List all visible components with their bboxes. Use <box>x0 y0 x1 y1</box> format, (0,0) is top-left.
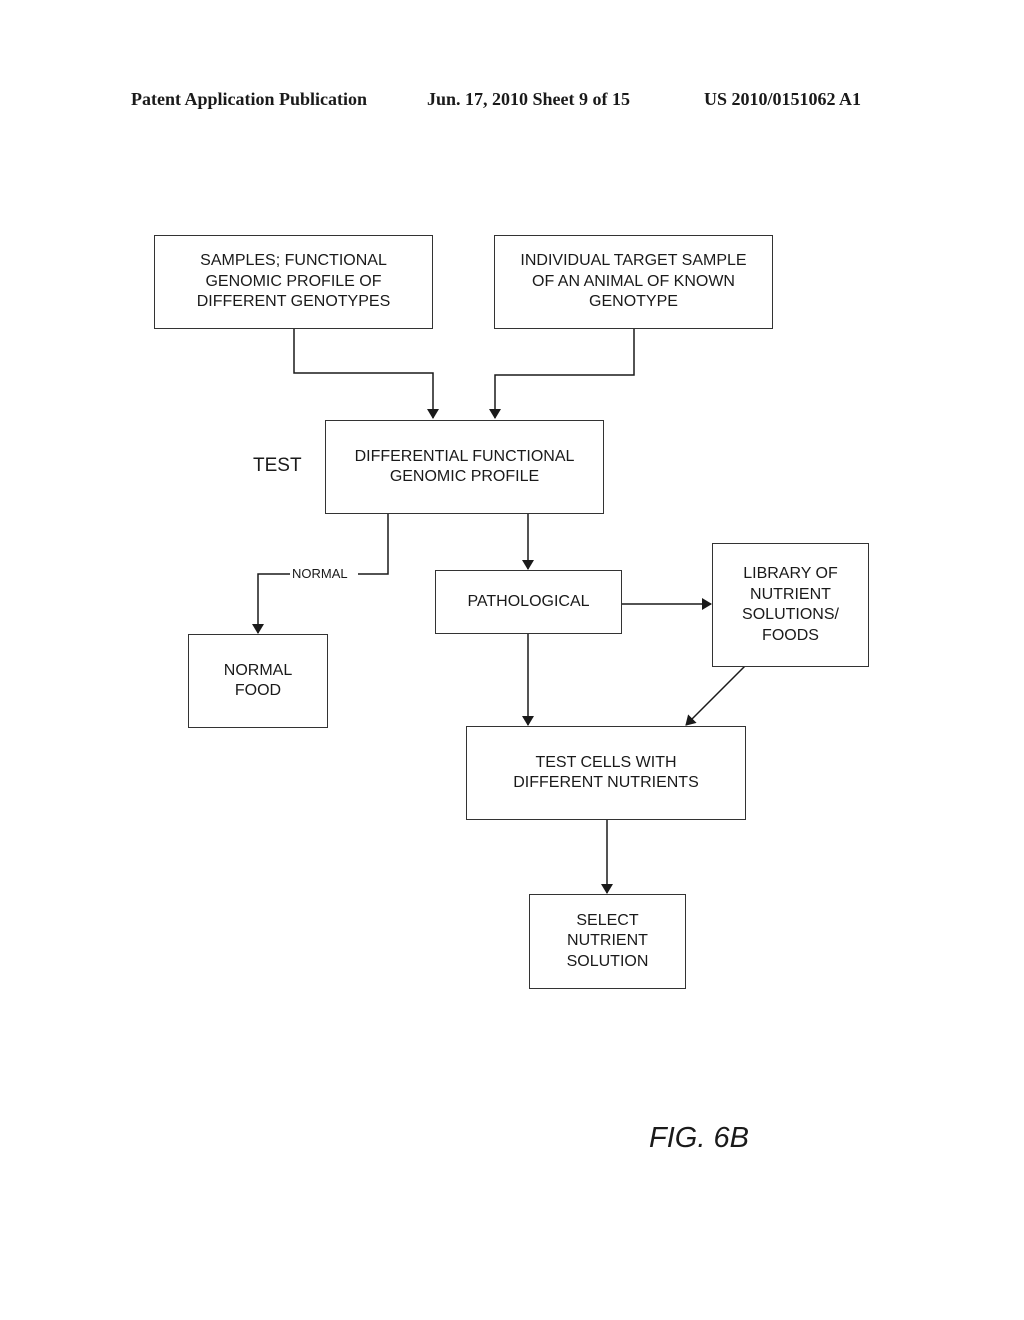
figure-label: FIG. 6B <box>649 1122 749 1154</box>
node-differential-profile: DIFFERENTIAL FUNCTIONAL GENOMIC PROFILE <box>325 420 604 514</box>
node-normal-food: NORMAL FOOD <box>188 634 328 728</box>
node-library: LIBRARY OF NUTRIENT SOLUTIONS/ FOODS <box>712 543 869 667</box>
node-samples: SAMPLES; FUNCTIONAL GENOMIC PROFILE OF D… <box>154 235 433 329</box>
edge-individual-to-differential <box>489 328 635 419</box>
edge-library-to-test-cells <box>685 665 746 726</box>
edge-normal-to-normal-food <box>252 573 290 634</box>
node-pathological: PATHOLOGICAL <box>435 570 622 634</box>
node-individual-target-sample: INDIVIDUAL TARGET SAMPLE OF AN ANIMAL OF… <box>494 235 773 329</box>
node-select-nutrient: SELECT NUTRIENT SOLUTION <box>529 894 686 989</box>
test-label: TEST <box>253 455 302 476</box>
normal-edge-label: NORMAL <box>292 566 348 581</box>
edge-samples-to-differential <box>293 328 439 419</box>
node-test-cells: TEST CELLS WITH DIFFERENT NUTRIENTS <box>466 726 746 820</box>
edge-differential-to-normal <box>358 513 389 575</box>
connectors <box>252 328 746 894</box>
